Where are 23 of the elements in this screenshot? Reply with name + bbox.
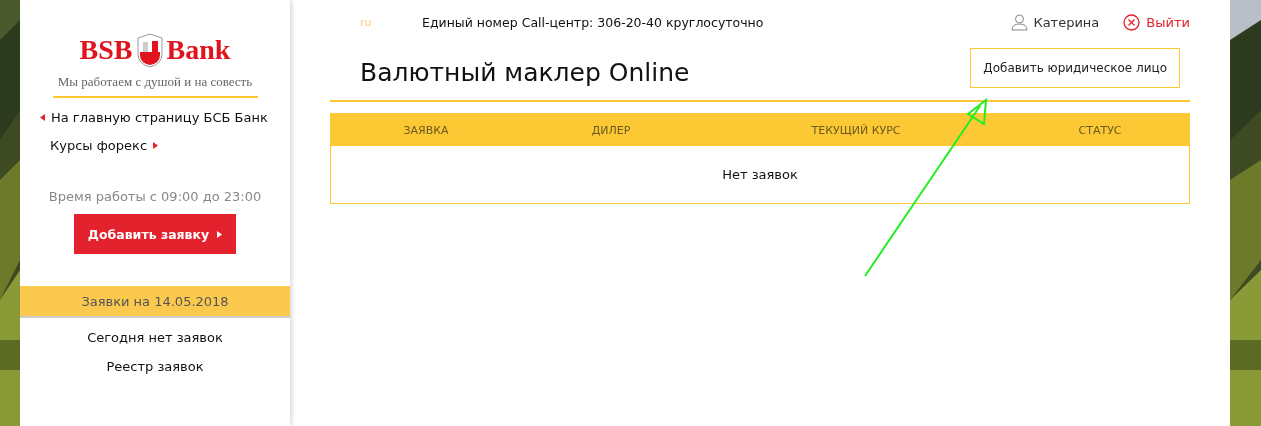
call-center-text: Единый номер Call-центр: 306-20-40 круглосуточно (422, 14, 764, 30)
add-legal-entity-button[interactable]: Добавить юридическое лицо (970, 48, 1180, 88)
bank-logo[interactable]: BSB Bank Мы работаем с душой и на совесть (52, 32, 258, 98)
sidebar-link[interactable]: Сегодня нет заявок (87, 330, 223, 345)
user-link[interactable]: Катерина (1011, 13, 1100, 31)
user-icon (1011, 13, 1029, 31)
caret-right-icon (153, 142, 159, 149)
page-title: Валютный маклер Online (360, 57, 690, 87)
column-header: СТАТУС (1077, 123, 1123, 137)
caret-left-icon (40, 114, 45, 121)
add-request-button[interactable]: Добавить заявку (74, 214, 236, 254)
empty-message: Нет заявок (722, 167, 798, 182)
close-circle-icon (1123, 13, 1141, 31)
date-header: Заявки на 14.05.2018 (20, 286, 290, 318)
logout-link[interactable]: Выйти (1123, 13, 1190, 31)
sidebar-link[interactable]: Реестр заявок (106, 359, 204, 374)
sidebar-link[interactable]: На главную страницу БСБ Банк (40, 110, 268, 125)
column-header: ДИЛЕР (590, 123, 632, 137)
caret-right-icon (217, 230, 223, 238)
column-header: ЗАЯВКА (402, 123, 450, 137)
sidebar-link[interactable]: Курсы форекс (50, 138, 159, 153)
column-header: ТЕКУЩИЙ КУРС (810, 123, 902, 137)
working-hours: Время работы с 09:00 до 23:00 (48, 189, 262, 204)
